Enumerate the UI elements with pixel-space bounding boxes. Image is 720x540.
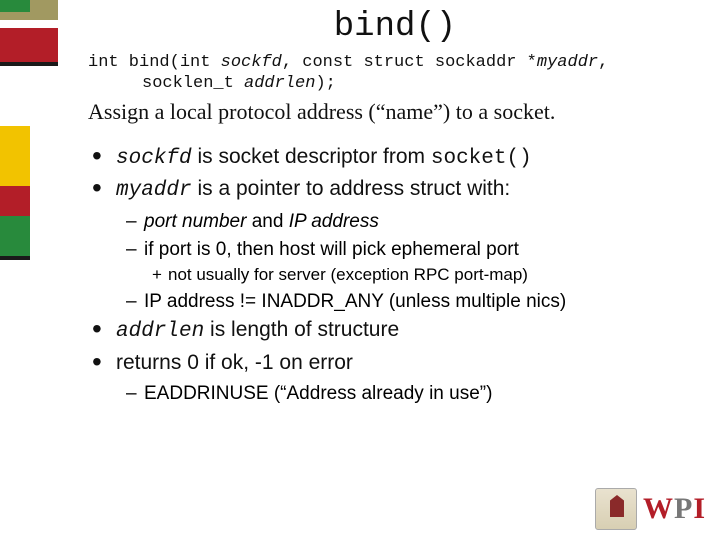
list-item: IP address != INADDR_ANY (unless multipl… xyxy=(126,289,702,315)
arg-name: addrlen xyxy=(116,320,204,343)
bullet-list-2: addrlen is length of structure returns 0… xyxy=(88,316,702,377)
arg-name: sockfd xyxy=(116,147,192,170)
arg-name: myaddr xyxy=(116,179,192,202)
sig-text: int bind(int xyxy=(88,53,221,72)
sig-arg: addrlen xyxy=(244,74,315,93)
slide-content: bind() int bind(int sockfd, const struct… xyxy=(68,0,712,540)
sub-bullet-list: EADDRINUSE (“Address already in use”) xyxy=(88,381,702,407)
sidebar-stripe xyxy=(0,0,30,12)
sidebar-stripe xyxy=(0,126,30,186)
sidebar-stripe xyxy=(0,256,30,260)
wpi-wordmark: WPI xyxy=(643,492,706,526)
text: is length of structure xyxy=(204,318,399,341)
em-text: port number xyxy=(144,211,246,232)
sidebar-stripe xyxy=(0,186,30,216)
sub-sub-bullet-list: not usually for server (exception RPC po… xyxy=(88,264,702,286)
logo-letter: I xyxy=(693,492,706,525)
sig-arg: myaddr xyxy=(537,53,598,72)
logo-letter: W xyxy=(643,492,674,525)
text: is socket descriptor from xyxy=(192,145,431,168)
description-text: Assign a local protocol address (“name”)… xyxy=(88,99,702,125)
sig-arg: sockfd xyxy=(221,53,282,72)
logo-letter: P xyxy=(674,492,693,525)
list-item: addrlen is length of structure xyxy=(88,316,702,346)
wpi-logo: WPI xyxy=(595,488,706,530)
sub-bullet-list: port number and IP address if port is 0,… xyxy=(88,209,702,262)
decorative-sidebar xyxy=(0,0,58,540)
list-item: sockfd is socket descriptor from socket(… xyxy=(88,143,702,173)
sidebar-stripe xyxy=(0,216,30,256)
code-text: socket() xyxy=(431,147,532,170)
list-item: port number and IP address xyxy=(126,209,702,235)
wpi-seal-icon xyxy=(595,488,637,530)
bullet-list-1: sockfd is socket descriptor from socket(… xyxy=(88,143,702,206)
em-text: IP address xyxy=(289,211,379,232)
list-item: if port is 0, then host will pick epheme… xyxy=(126,237,702,263)
sidebar-stripe xyxy=(0,62,58,66)
text: is a pointer to address struct with: xyxy=(192,177,511,200)
sig-text: , xyxy=(598,53,608,72)
sub-bullet-list: IP address != INADDR_ANY (unless multipl… xyxy=(88,289,702,315)
list-item: myaddr is a pointer to address struct wi… xyxy=(88,175,702,205)
sig-text: socklen_t xyxy=(142,74,244,93)
sig-text: ); xyxy=(315,74,335,93)
function-signature: int bind(int sockfd, const struct sockad… xyxy=(88,52,702,95)
list-item: EADDRINUSE (“Address already in use”) xyxy=(126,381,702,407)
text: and xyxy=(246,211,288,232)
sig-text: , const struct sockaddr * xyxy=(282,53,537,72)
list-item: returns 0 if ok, -1 on error xyxy=(88,349,702,377)
list-item: not usually for server (exception RPC po… xyxy=(152,264,702,286)
slide-title: bind() xyxy=(88,8,702,46)
sidebar-stripe xyxy=(0,28,58,62)
